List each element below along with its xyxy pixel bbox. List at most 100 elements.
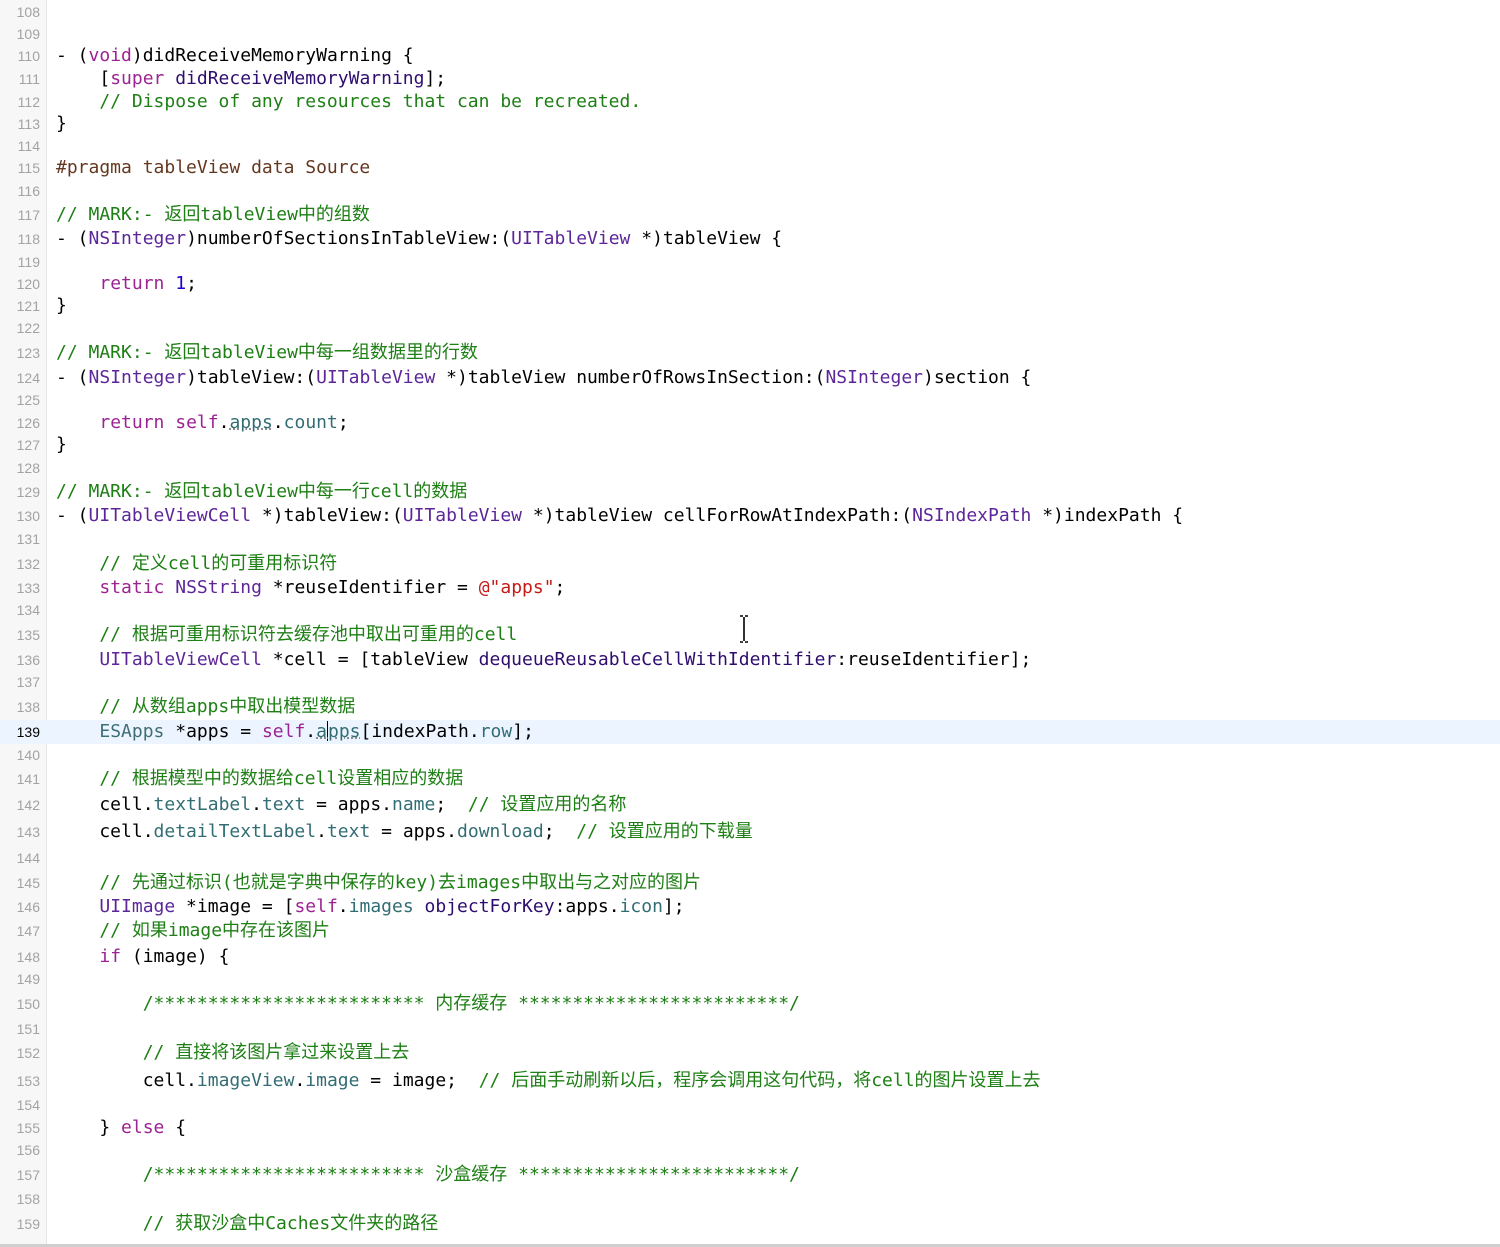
code-token: apps bbox=[229, 412, 273, 433]
code-line[interactable]: 133 static NSString *reuseIdentifier = @… bbox=[0, 576, 1500, 600]
code-line[interactable]: 132 // 定义cell的可重用标识符 bbox=[0, 552, 1500, 576]
code-text: // 先通过标识(也就是字典中保存的key)去images中取出与之对应的图片 bbox=[56, 871, 701, 895]
code-line[interactable]: 146 UIImage *image = [self.images object… bbox=[0, 895, 1500, 919]
code-token: images bbox=[348, 896, 414, 917]
code-line[interactable]: 108 bbox=[0, 0, 1500, 24]
code-token: // 设置应用的下载量 bbox=[576, 821, 753, 842]
code-line[interactable]: 125 bbox=[0, 388, 1500, 412]
code-token: // 根据可重用标识符去缓存池中取出可重用的cell bbox=[56, 624, 518, 645]
code-line[interactable]: 155 } else { bbox=[0, 1116, 1500, 1140]
code-text: // 获取沙盒中Caches文件夹的路径 bbox=[56, 1212, 439, 1236]
line-number: 133 bbox=[16, 580, 40, 596]
line-number: 151 bbox=[16, 1021, 40, 1037]
code-token: // Dispose of any resources that can be … bbox=[56, 91, 642, 112]
code-line[interactable]: 151 bbox=[0, 1017, 1500, 1041]
code-line[interactable]: 127} bbox=[0, 433, 1500, 457]
code-token: // MARK:- 返回tableView中每一组数据里的行数 bbox=[56, 342, 478, 363]
code-line[interactable]: 121} bbox=[0, 294, 1500, 318]
line-number: 120 bbox=[16, 276, 40, 292]
code-line[interactable]: 150 /************************* 内存缓存 ****… bbox=[0, 992, 1500, 1016]
code-text: // MARK:- 返回tableView中每一组数据里的行数 bbox=[56, 341, 478, 365]
code-text: // 根据可重用标识符去缓存池中取出可重用的cell bbox=[56, 623, 517, 647]
code-token: . bbox=[337, 896, 349, 917]
code-line[interactable]: 110 - (void)didReceiveMemoryWarning { bbox=[0, 44, 1500, 68]
code-line[interactable]: 157 /************************* 沙盒缓存 ****… bbox=[0, 1163, 1500, 1187]
code-line[interactable]: 112 // Dispose of any resources that can… bbox=[0, 90, 1500, 114]
code-line[interactable]: 159 // 获取沙盒中Caches文件夹的路径 bbox=[0, 1212, 1500, 1236]
code-text: } bbox=[56, 433, 67, 457]
code-line[interactable]: 139 ESApps *apps = self.apps[indexPath.r… bbox=[0, 720, 1500, 744]
code-line[interactable]: 113} bbox=[0, 112, 1500, 136]
code-token: } bbox=[56, 113, 67, 134]
code-line[interactable]: 154 bbox=[0, 1093, 1500, 1117]
code-token: . bbox=[251, 794, 262, 815]
code-token: (image) { bbox=[121, 946, 230, 967]
code-editor[interactable]: 108 109 110- (void)didReceiveMemoryWarning… bbox=[0, 0, 1500, 1247]
code-text: // 直接将该图片拿过来设置上去 bbox=[56, 1041, 410, 1065]
line-number: 138 bbox=[16, 699, 40, 715]
code-token: ]; bbox=[424, 68, 447, 89]
line-number: 119 bbox=[17, 254, 40, 270]
code-line[interactable]: 141 // 根据模型中的数据给cell设置相应的数据 bbox=[0, 767, 1500, 791]
code-line[interactable]: 126 return self.apps.count; bbox=[0, 411, 1500, 435]
code-line[interactable]: 122 bbox=[0, 316, 1500, 340]
code-text: static NSString *reuseIdentifier = @"app… bbox=[56, 576, 565, 600]
code-line[interactable]: 145 // 先通过标识(也就是字典中保存的key)去images中取出与之对应… bbox=[0, 871, 1500, 895]
code-token: return bbox=[99, 273, 165, 294]
code-line[interactable]: 109 bbox=[0, 22, 1500, 46]
code-text: - (UITableViewCell *)tableView:(UITableV… bbox=[56, 504, 1183, 528]
code-line[interactable]: 128 bbox=[0, 456, 1500, 480]
code-line[interactable]: 158 bbox=[0, 1187, 1500, 1211]
code-token: UITableViewCell bbox=[88, 505, 252, 526]
code-token: ]; bbox=[512, 721, 534, 742]
line-number: 116 bbox=[17, 183, 40, 199]
line-number: 135 bbox=[16, 627, 40, 643]
line-number: 121 bbox=[16, 298, 40, 314]
code-line[interactable]: 111 [super didReceiveMemoryWarning]; bbox=[0, 67, 1500, 91]
code-text: } bbox=[56, 294, 67, 318]
code-token: self bbox=[261, 721, 306, 742]
code-line[interactable]: 115 #pragma tableView data Source bbox=[0, 156, 1500, 180]
code-line[interactable]: 131 bbox=[0, 527, 1500, 551]
code-line[interactable]: 143 cell.detailTextLabel.text = apps.dow… bbox=[0, 820, 1500, 844]
code-token: ; bbox=[337, 412, 349, 433]
code-line[interactable]: 123 // MARK:- 返回tableView中每一组数据里的行数 bbox=[0, 341, 1500, 365]
code-line[interactable]: 116 bbox=[0, 179, 1500, 203]
code-token: NSString bbox=[175, 577, 262, 598]
code-line[interactable]: 124- (NSInteger)tableView:(UITableView *… bbox=[0, 366, 1500, 390]
code-token: pps bbox=[327, 721, 361, 742]
code-line[interactable]: 148 if (image) { bbox=[0, 945, 1500, 969]
code-line[interactable]: 114 bbox=[0, 134, 1500, 158]
code-line[interactable]: 140 bbox=[0, 743, 1500, 767]
code-line[interactable]: 142 cell.textLabel.text = apps.name; // … bbox=[0, 793, 1500, 817]
code-token: *apps = bbox=[164, 721, 262, 742]
code-line[interactable]: 118 - (NSInteger)numberOfSectionsInTableV… bbox=[0, 227, 1500, 251]
line-number: 139 bbox=[16, 724, 40, 740]
code-line[interactable]: 129 // MARK:- 返回tableView中每一行cell的数据 bbox=[0, 480, 1500, 504]
code-line[interactable]: 136 UITableViewCell *cell = [tableView d… bbox=[0, 648, 1500, 672]
code-token: /************************* 沙盒缓存 ********… bbox=[56, 1164, 800, 1185]
code-line[interactable]: 149 bbox=[0, 967, 1500, 991]
code-line[interactable]: 152 // 直接将该图片拿过来设置上去 bbox=[0, 1041, 1500, 1065]
code-line[interactable]: 120 return 1; bbox=[0, 272, 1500, 296]
code-line[interactable]: 156 bbox=[0, 1138, 1500, 1162]
code-line[interactable]: 144 bbox=[0, 846, 1500, 870]
line-number: 150 bbox=[16, 996, 40, 1012]
line-number: 111 bbox=[18, 71, 40, 87]
code-token: NSIndexPath bbox=[912, 505, 1032, 526]
code-token: // 定义cell的可重用标识符 bbox=[56, 553, 338, 574]
line-number: 126 bbox=[16, 415, 40, 431]
code-line[interactable]: 137 bbox=[0, 670, 1500, 694]
code-line[interactable]: 153 cell.imageView.image = image; // 后面手… bbox=[0, 1069, 1500, 1093]
code-line[interactable]: 138 // 从数组apps中取出模型数据 bbox=[0, 695, 1500, 719]
code-token: @"apps" bbox=[478, 577, 555, 598]
code-line[interactable]: 130 - (UITableViewCell *)tableView:(UITab… bbox=[0, 504, 1500, 528]
code-line[interactable]: 119 bbox=[0, 250, 1500, 274]
code-line[interactable]: 117 // MARK:- 返回tableView中的组数 bbox=[0, 203, 1500, 227]
code-line[interactable]: 147 // 如果image中存在该图片 bbox=[0, 919, 1500, 943]
line-number: 131 bbox=[16, 531, 40, 547]
